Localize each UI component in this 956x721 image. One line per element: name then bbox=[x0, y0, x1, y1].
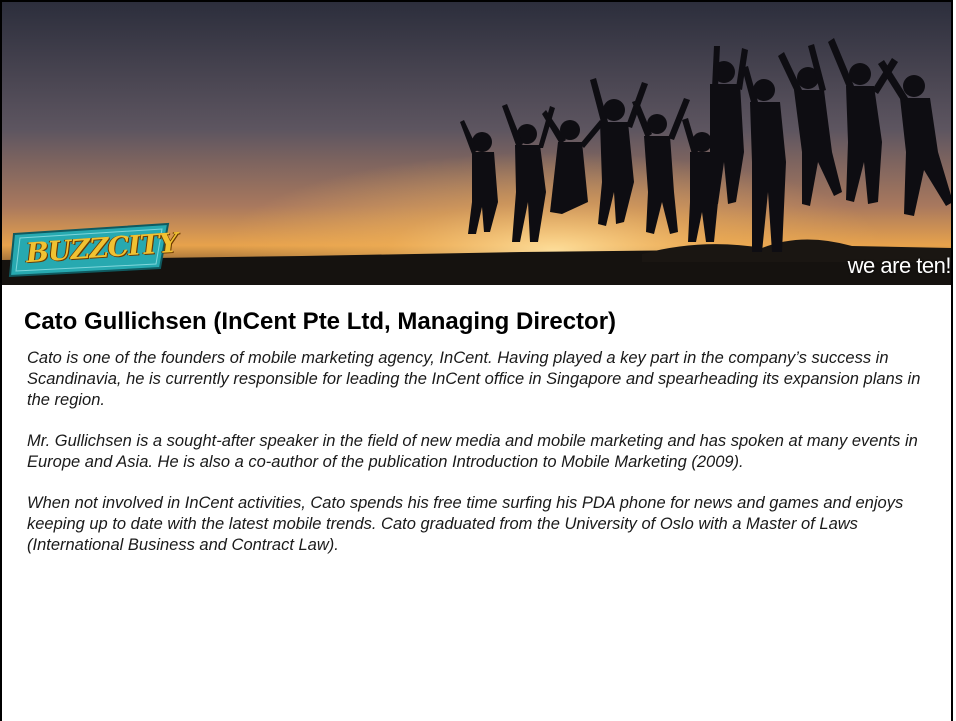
bio-paragraph-1: Cato is one of the founders of mobile ma… bbox=[27, 349, 921, 409]
bio-paragraph-2: Mr. Gullichsen is a sought-after speaker… bbox=[27, 432, 918, 471]
tagline: we are ten! bbox=[847, 253, 951, 278]
bio-paragraph-3: When not involved in InCent activities, … bbox=[27, 494, 904, 554]
buzzcity-logo: BUZZCITY bbox=[8, 222, 178, 278]
slide: we are ten! BUZZCITY Cato Gullichsen (In… bbox=[0, 0, 953, 721]
bio-body: Cato is one of the founders of mobile ma… bbox=[27, 348, 937, 576]
page-title: Cato Gullichsen (InCent Pte Ltd, Managin… bbox=[24, 308, 617, 335]
